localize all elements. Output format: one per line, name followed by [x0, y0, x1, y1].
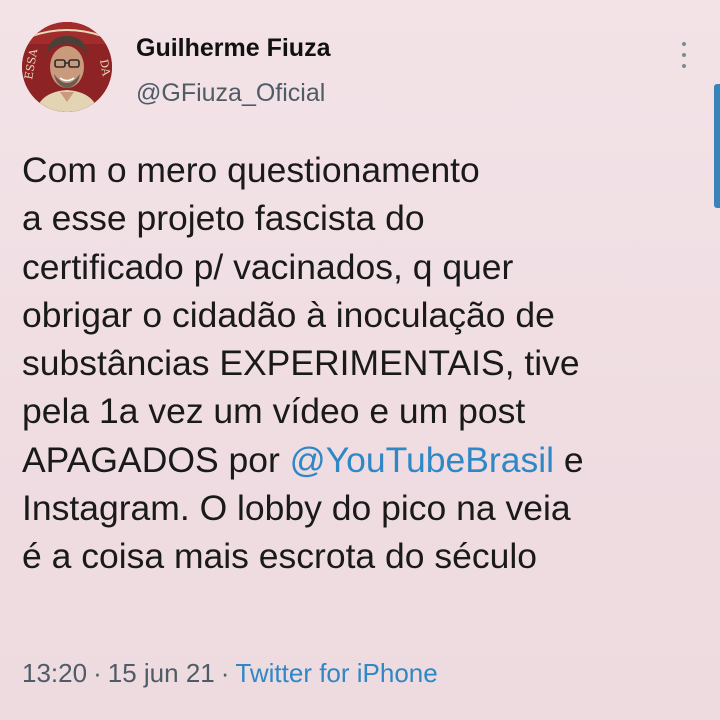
tweet-text-segment: Com o mero questionamento — [22, 150, 480, 190]
tweet-text-segment: Instagram. O lobby do pico na veia — [22, 488, 571, 529]
tweet-date[interactable]: 15 jun 21 — [108, 658, 215, 688]
more-vertical-icon[interactable] — [672, 38, 696, 72]
more-dot — [682, 53, 686, 57]
meta-separator: · — [93, 658, 102, 688]
tweet-text-segment: é a coisa mais escrota do século — [22, 536, 538, 577]
tweet-meta: 13:20 · 15 jun 21 · Twitter for iPhone — [22, 658, 438, 689]
tweet-text-segment: pela 1a vez um vídeo e um post — [22, 391, 526, 432]
mention-link[interactable]: @YouTubeBrasil — [290, 440, 554, 480]
more-dot — [682, 64, 686, 68]
tweet-card: ESSA DA Guilherme Fiuza @GFiuza_Oficial … — [0, 0, 720, 720]
tweet-time[interactable]: 13:20 — [22, 658, 87, 688]
tweet-line: certificado p/ vacinados, q quer — [22, 243, 712, 291]
display-name[interactable]: Guilherme Fiuza — [136, 34, 330, 63]
tweet-line: substâncias EXPERIMENTAIS, tive — [22, 339, 712, 387]
edge-accent-bar — [714, 84, 720, 208]
tweet-line: Com o mero questionamento — [22, 146, 712, 194]
tweet-line: Instagram. O lobby do pico na veia — [22, 484, 712, 532]
tweet-source-link[interactable]: Twitter for iPhone — [235, 658, 437, 688]
tweet-line: a esse projeto fascista do — [22, 194, 712, 242]
tweet-text-segment: a esse projeto fascista do — [22, 198, 425, 239]
tweet-line: pela 1a vez um vídeo e um post — [22, 387, 712, 435]
tweet-text-segment: obrigar o cidadão à inoculação de — [22, 294, 555, 335]
tweet-text-segment: e — [553, 439, 584, 480]
tweet-text: Com o mero questionamento a esse projeto… — [22, 146, 712, 581]
tweet-text-segment: APAGADOS por — [22, 439, 290, 480]
tweet-line: é a coisa mais escrota do século — [22, 532, 712, 580]
tweet-line: APAGADOS por @YouTubeBrasil e — [22, 436, 712, 484]
tweet-text-segment: substâncias EXPERIMENTAIS, tive — [22, 343, 580, 384]
avatar-photo: ESSA DA — [22, 22, 112, 112]
avatar[interactable]: ESSA DA — [22, 22, 112, 112]
tweet-line: obrigar o cidadão à inoculação de — [22, 291, 712, 339]
user-handle[interactable]: @GFiuza_Oficial — [136, 79, 325, 108]
tweet-text-segment: certificado p/ vacinados, q quer — [22, 246, 514, 287]
more-dot — [682, 42, 686, 46]
meta-separator: · — [220, 658, 230, 688]
